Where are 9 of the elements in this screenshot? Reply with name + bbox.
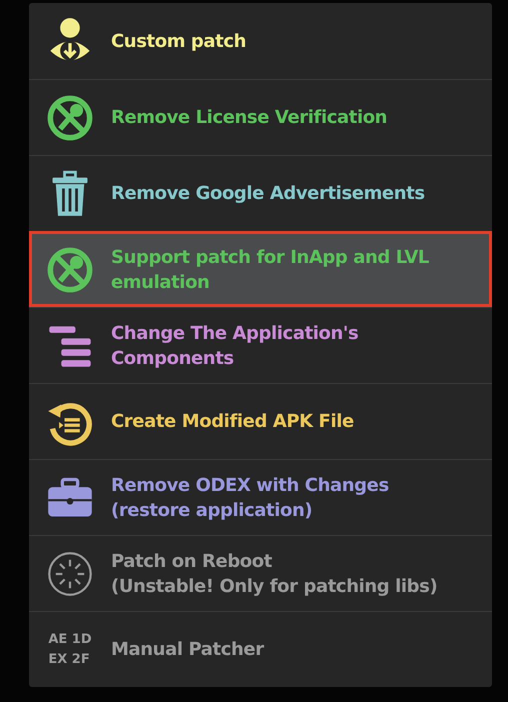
menu-item[interactable]: Create Modified APK File [29, 383, 492, 459]
hex-code-icon: AE 1D EX 2F [48, 630, 92, 670]
menu-item[interactable]: Patch on Reboot (Unstable! Only for patching libs) [29, 535, 492, 611]
menu-item[interactable]: Remove License Verification [29, 79, 492, 155]
menu-item[interactable]: Support patch for InApp and LVL emulation [29, 231, 492, 307]
menu-item[interactable]: Remove ODEX with Changes (restore application) [29, 459, 492, 535]
menu-item[interactable]: AE 1D EX 2F Manual Patcher [29, 611, 492, 687]
menu-item[interactable]: Custom patch [29, 3, 492, 79]
menu-item[interactable]: Change The Application's Components [29, 307, 492, 383]
